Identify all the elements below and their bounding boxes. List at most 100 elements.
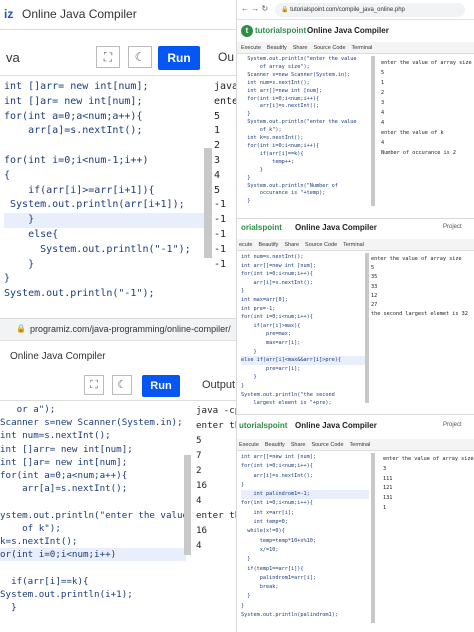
output-line: enter th	[196, 510, 236, 521]
code-line: }	[241, 556, 251, 563]
code-editor[interactable]: int arr[]=new int [num]; for(int i=0;i<nu…	[241, 453, 369, 620]
toolbar-button[interactable]: Share	[284, 242, 299, 248]
output-line: 1	[383, 504, 387, 511]
run-button[interactable]: Run	[142, 375, 180, 397]
output-line: 1	[381, 80, 385, 86]
url-text[interactable]: programiz.com/java-programming/online-co…	[30, 324, 231, 334]
toolbar-button[interactable]: Terminal	[343, 242, 364, 248]
code-line: if(arr[i]==k){	[0, 575, 89, 587]
code-line: else if(arr[i]<max&&arr[i]>pre){	[241, 356, 365, 365]
output-line: 3	[381, 100, 385, 106]
toolbar-button[interactable]: Beautify	[265, 442, 285, 448]
toolbar-button[interactable]: Beautify	[267, 45, 287, 51]
output-line: 4	[196, 540, 202, 551]
output-line: 4	[381, 140, 385, 146]
output-line: -1	[214, 199, 227, 211]
code-line: {	[4, 169, 11, 181]
terminal-output: enter the value of array size 5 1 2 3 4 4 enter…	[381, 58, 472, 158]
output-line: enter th	[196, 420, 236, 431]
output-line: ente	[214, 95, 236, 107]
editor-scrollbar[interactable]	[184, 455, 191, 555]
editor-scrollbar[interactable]	[204, 148, 212, 258]
editor-tabbar: ⛶ ☾ Run Output	[0, 371, 236, 401]
code-line: }	[4, 258, 35, 270]
project-menu[interactable]: Project	[443, 224, 462, 230]
fullscreen-icon[interactable]: ⛶	[96, 46, 120, 68]
code-line: System.out.println(arr[i+1]);	[4, 199, 185, 211]
dark-mode-icon[interactable]: ☾	[128, 46, 152, 68]
code-line: Scanner s=new Scanner(System.in);	[241, 71, 351, 78]
output-line: 7	[196, 450, 202, 461]
code-line: largest eleent is "+pre);	[241, 400, 332, 407]
address-bar[interactable]: 🔒 tutorialspoint.com/compile_java_online…	[275, 3, 465, 17]
terminal-output: enter the value of array size 3 111 121 131 1	[383, 455, 474, 514]
code-line: for(int i=0;i<num;i++){	[241, 95, 320, 102]
file-tab[interactable]: va	[6, 50, 20, 65]
code-line: }	[241, 198, 251, 205]
output-line: 5	[214, 184, 221, 196]
output-line: 3	[214, 154, 221, 166]
editor-scrollbar[interactable]	[365, 253, 369, 403]
page-title: Online Java Compiler	[307, 26, 389, 35]
code-line: }	[4, 213, 210, 228]
code-line: }	[0, 602, 17, 614]
dark-mode-icon[interactable]: ☾	[112, 375, 132, 395]
toolbar-button[interactable]: Source Code	[313, 45, 345, 51]
code-line: if(arr[i]>=arr[i+1]){	[4, 184, 155, 196]
compiler-toolbar: Execute Beautify Share Source Code Terminal	[237, 42, 474, 54]
code-editor[interactable]: or a"); Scanner s=new Scanner(System.in);…	[0, 403, 188, 614]
editor-tabbar: va ⛶ ☾ Run Ou	[0, 40, 236, 76]
output-tab[interactable]: Ou	[218, 50, 234, 64]
output-line: 5	[381, 70, 385, 76]
toolbar-button[interactable]: Beautify	[258, 242, 278, 248]
code-line: System.out.println("the second	[241, 391, 335, 398]
toolbar-button[interactable]: Execute	[239, 442, 259, 448]
brand-name: utorialspoint	[239, 421, 288, 430]
code-line: x/=10;	[241, 546, 279, 553]
project-menu[interactable]: Project	[443, 422, 462, 428]
output-line: 131	[383, 495, 393, 502]
code-line: System.out.println("enter the value	[241, 119, 357, 126]
output-tab[interactable]: Output	[202, 379, 235, 391]
page-title: Online Java Compiler	[295, 223, 377, 232]
toolbar-button[interactable]: ecute	[239, 242, 252, 248]
output-line: the second largest elemet is 32	[371, 311, 468, 318]
output-line: 5	[196, 435, 202, 446]
toolbar-button[interactable]: Execute	[241, 45, 261, 51]
code-line: for(int i=0;i<num;i++){	[241, 314, 313, 321]
toolbar-button[interactable]: Share	[291, 442, 306, 448]
code-line: for(int i=0;i<num;i++){	[241, 271, 313, 278]
code-line: temp++;	[241, 158, 295, 165]
output-line: 4	[196, 495, 202, 506]
lock-icon: 🔒	[281, 7, 291, 13]
nav-arrows-icon[interactable]: ← → ↻	[241, 4, 268, 13]
code-editor[interactable]: int []arr= new int[num]; int []ar= new in…	[4, 80, 210, 302]
toolbar-button[interactable]: Terminal	[352, 45, 373, 51]
editor-scrollbar[interactable]	[371, 453, 375, 623]
code-line: palindrom1=arr[i];	[241, 574, 316, 581]
toolbar-button[interactable]: Terminal	[350, 442, 371, 448]
toolbar-button[interactable]: Share	[293, 45, 308, 51]
code-line: max=arr[i];	[241, 339, 301, 346]
code-editor[interactable]: System.out.println("enter the value of a…	[241, 56, 369, 206]
fullscreen-icon[interactable]: ⛶	[84, 375, 104, 395]
code-line: break;	[241, 584, 279, 591]
toolbar-button[interactable]: Source Code	[305, 242, 337, 248]
code-line: int []ar= new int[num];	[0, 456, 128, 468]
code-line: int palindrom1=-1;	[241, 490, 369, 500]
code-line: while(x!=0){	[241, 528, 285, 535]
code-editor[interactable]: int num=s.nextInt(); int arr[]=new int [n…	[241, 253, 365, 408]
code-line: System.out.println(i+1);	[0, 588, 133, 600]
compiler-header: iz Online Java Compiler	[0, 0, 236, 30]
code-line: int []ar= new int[num];	[4, 95, 143, 107]
code-line: }	[241, 593, 251, 600]
output-line: 3	[383, 465, 387, 472]
editor-scrollbar[interactable]	[371, 56, 375, 206]
code-line: for(int i=0;i<num;i++){	[241, 463, 313, 470]
run-button[interactable]: Run	[158, 46, 200, 70]
toolbar-button[interactable]: Source Code	[311, 442, 343, 448]
code-line: if(arr[i]>max){	[241, 322, 301, 329]
brand-name: tutorialspoint	[255, 26, 307, 35]
code-line: System.out.println("enter the value	[241, 56, 357, 62]
output-line: 2	[381, 90, 385, 96]
